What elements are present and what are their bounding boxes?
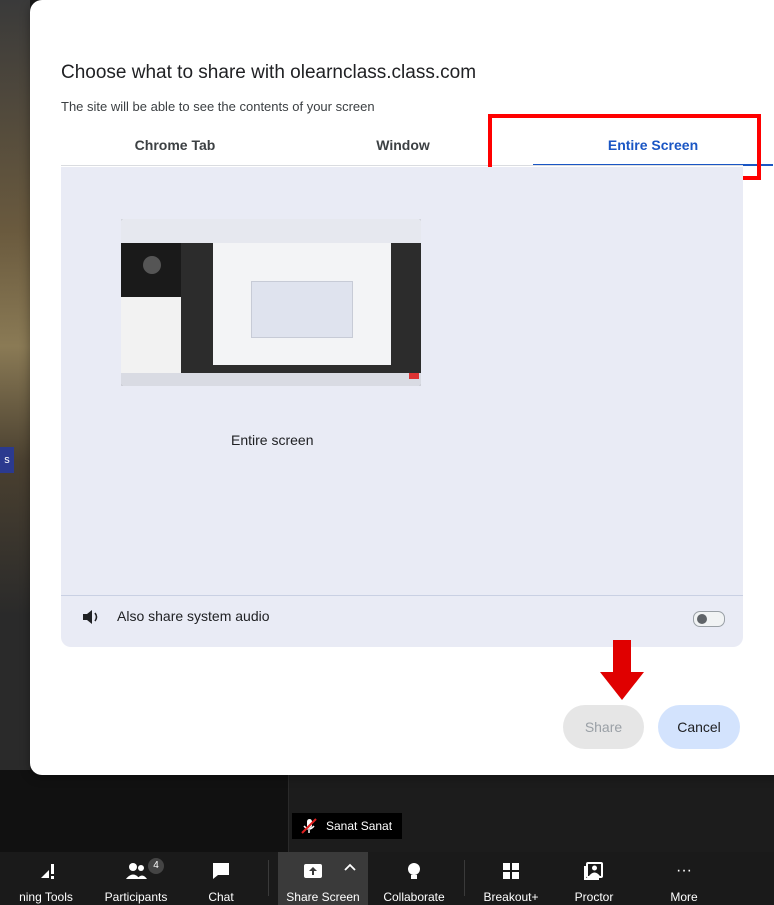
meeting-video-left: [0, 0, 30, 770]
audio-toggle[interactable]: [693, 611, 725, 627]
audio-label: Also share system audio: [117, 608, 270, 624]
proctor-icon: [584, 862, 603, 880]
toolbar-tools[interactable]: ning Tools: [0, 852, 92, 905]
source-panel: Entire screen Also share system audio: [61, 167, 743, 647]
thumb-sidebar-panel: [121, 297, 181, 373]
toolbar-share-screen-label: Share Screen: [286, 890, 360, 904]
toggle-knob: [697, 614, 707, 624]
tab-window[interactable]: Window: [289, 126, 517, 164]
thumb-close-button: [409, 373, 419, 379]
dialog-subtitle: The site will be able to see the content…: [61, 99, 375, 114]
mic-off-icon: [301, 818, 317, 834]
thumb-browser-bar: [121, 219, 421, 243]
toolbar-collaborate[interactable]: Collaborate: [370, 852, 458, 905]
share-screen-icon: [304, 864, 322, 878]
dialog-title: Choose what to share with olearnclass.cl…: [61, 62, 477, 83]
toolbar-share-screen[interactable]: Share Screen: [278, 852, 368, 905]
toolbar-chat-label: Chat: [208, 890, 234, 904]
toolbar-proctor-label: Proctor: [574, 890, 614, 904]
share-screen-dialog: Choose what to share with olearnclass.cl…: [30, 0, 774, 775]
grid-icon: [503, 863, 519, 879]
meeting-toolbar: ning Tools 4 Participants Chat Share Scr…: [0, 852, 774, 905]
chevron-up-icon[interactable]: [344, 862, 356, 872]
left-tag: s: [0, 447, 14, 473]
lightbulb-icon: [408, 863, 420, 879]
tools-icon: [41, 864, 54, 879]
toolbar-collaborate-label: Collaborate: [383, 890, 445, 904]
toolbar-chat[interactable]: Chat: [186, 852, 256, 905]
toolbar-proctor[interactable]: Proctor: [556, 852, 632, 905]
more-icon: ···: [676, 862, 692, 879]
cancel-button[interactable]: Cancel: [658, 705, 740, 749]
thumb-taskbar: [121, 373, 421, 386]
tab-chrome-tab[interactable]: Chrome Tab: [61, 126, 289, 164]
participant-name: Sanat Sanat: [326, 819, 393, 833]
toolbar-breakout-label: Breakout+: [483, 890, 539, 904]
audio-divider: [61, 595, 743, 596]
toolbar-tools-label: ning Tools: [19, 890, 73, 904]
thumb-inner-dialog: [251, 281, 353, 338]
screen-label: Entire screen: [231, 432, 314, 448]
toolbar-participants-label: Participants: [104, 890, 168, 904]
toolbar-separator: [268, 860, 269, 896]
toolbar-separator: [464, 860, 465, 896]
share-button[interactable]: Share: [563, 705, 644, 749]
toolbar-more[interactable]: ··· More: [648, 852, 720, 905]
participant-name-tag: Sanat Sanat: [292, 813, 403, 839]
down-arrow-annotation: [600, 640, 644, 700]
thumb-avatar: [143, 256, 161, 274]
speaker-icon: [83, 610, 98, 624]
chat-icon: [213, 863, 229, 879]
participants-icon: [126, 863, 147, 879]
participant-tile: [288, 770, 774, 852]
toolbar-breakout[interactable]: Breakout+: [472, 852, 550, 905]
participants-count-badge: 4: [148, 858, 164, 874]
toolbar-more-label: More: [670, 890, 698, 904]
screen-thumbnail[interactable]: [121, 219, 421, 386]
toolbar-participants[interactable]: 4 Participants: [96, 852, 176, 905]
